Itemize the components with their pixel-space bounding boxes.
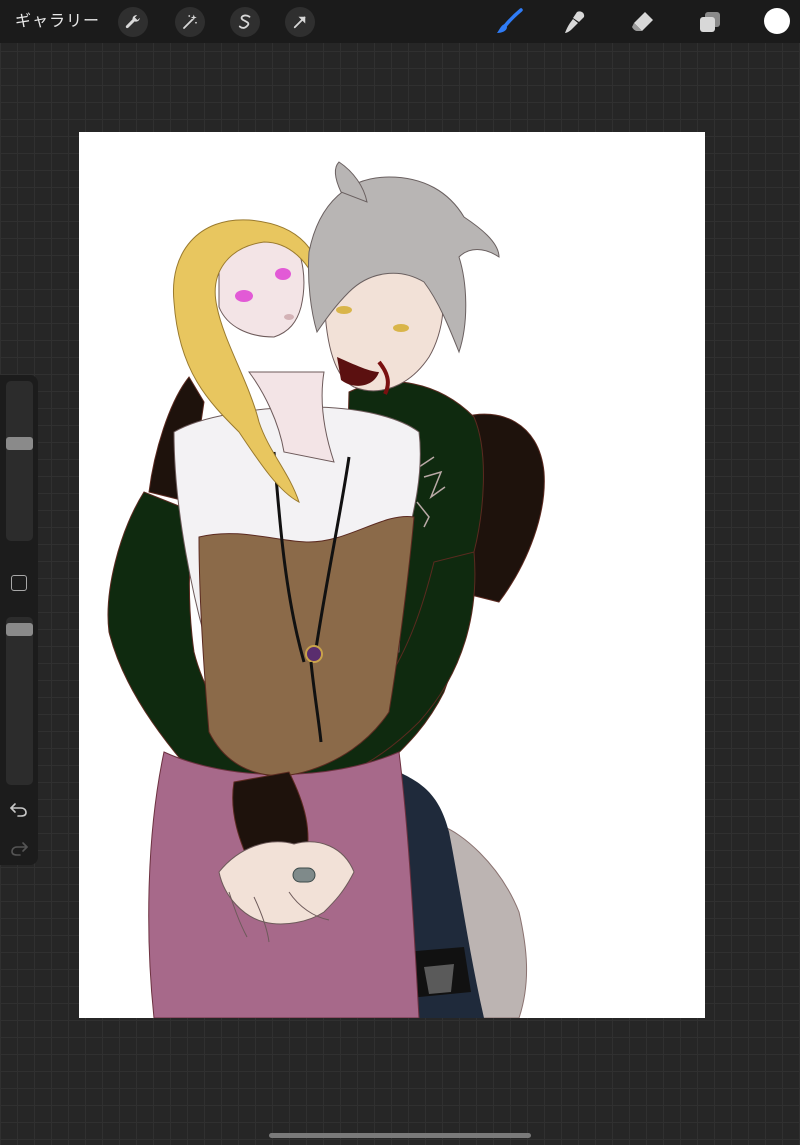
eraser-tool-button[interactable] xyxy=(628,7,658,37)
sidebar xyxy=(0,375,38,865)
transform-button[interactable] xyxy=(285,7,315,37)
magic-wand-icon xyxy=(183,14,197,29)
home-indicator xyxy=(269,1133,531,1138)
brush-size-thumb[interactable] xyxy=(6,437,33,450)
smudge-icon xyxy=(565,11,585,33)
artwork-illustration xyxy=(107,161,545,1018)
undo-icon[interactable] xyxy=(9,799,29,819)
adjustments-button[interactable] xyxy=(175,7,205,37)
drawing-canvas[interactable] xyxy=(79,132,705,1018)
woman-eye-left xyxy=(235,290,253,302)
transform-arrow-icon xyxy=(293,16,306,29)
man-eye-right xyxy=(393,324,409,332)
wrench-icon xyxy=(125,15,140,29)
top-toolbar: ギャラリー xyxy=(0,0,800,43)
brush-size-slider[interactable] xyxy=(6,381,33,541)
man-eye-left xyxy=(336,306,352,314)
ring xyxy=(292,867,316,883)
necklace-pendant xyxy=(305,645,323,663)
gallery-button[interactable]: ギャラリー xyxy=(15,9,100,33)
layers-icon xyxy=(700,12,720,32)
redo-icon[interactable] xyxy=(9,838,29,858)
brush-tool-button[interactable] xyxy=(494,7,524,37)
actions-button[interactable] xyxy=(118,7,148,37)
color-picker-button[interactable] xyxy=(764,8,790,34)
opacity-slider[interactable] xyxy=(6,617,33,785)
selection-icon xyxy=(238,14,251,29)
brush-icon xyxy=(497,8,523,33)
layers-button[interactable] xyxy=(695,7,725,37)
modify-square-icon[interactable] xyxy=(11,575,27,591)
eraser-icon xyxy=(632,12,653,31)
woman-eye-right xyxy=(275,268,291,280)
smudge-tool-button[interactable] xyxy=(561,7,591,37)
opacity-thumb[interactable] xyxy=(6,623,33,636)
selection-button[interactable] xyxy=(230,7,260,37)
